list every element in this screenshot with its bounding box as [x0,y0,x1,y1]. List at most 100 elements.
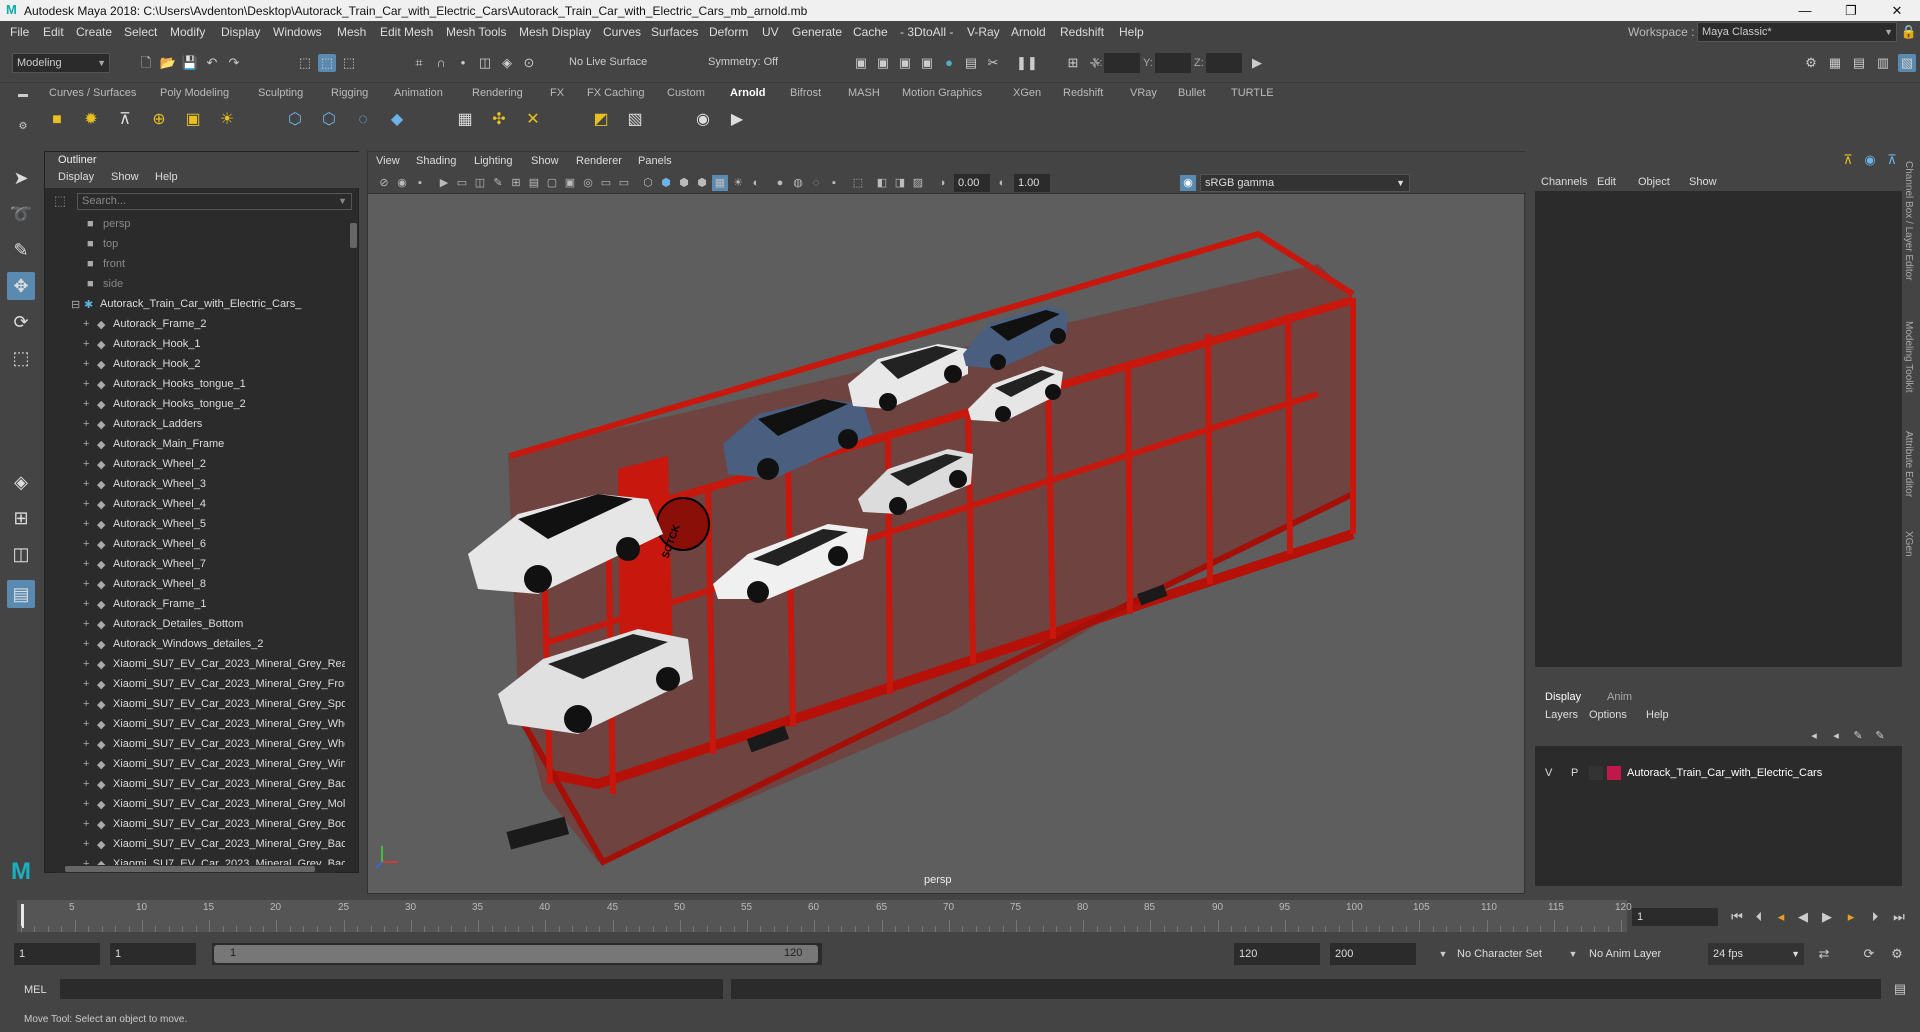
outliner-item[interactable]: + ◆ Autorack_Windows_detailes_2 [45,635,345,655]
photometric-light-icon[interactable]: ⊼ [112,107,138,133]
menu-mesh-display[interactable]: Mesh Display [519,25,591,39]
outliner-hscrollbar[interactable] [55,865,335,873]
go-to-start-icon[interactable]: ⏮ [1728,908,1746,926]
channel-menu-object[interactable]: Object [1638,176,1670,188]
expand-icon[interactable]: + [83,858,89,865]
play-forward-icon[interactable]: ▶ [1818,908,1836,926]
channel-box-icon[interactable]: ▥ [1874,54,1892,72]
layer-menu-help[interactable]: Help [1646,709,1669,721]
menu-surfaces[interactable]: Surfaces [651,25,698,39]
select-hierarchy-icon[interactable]: ⬚ [296,54,314,72]
layer-editor-icon[interactable]: ▧ [1898,54,1916,72]
two-d-pan-icon[interactable]: ◫ [472,175,488,191]
scroll-thumb[interactable] [65,866,315,872]
save-scene-icon[interactable]: 💾 [181,54,199,72]
exposure-field[interactable]: 0.00 [954,174,990,192]
gamma-field[interactable]: 1.00 [1014,174,1050,192]
outliner-item[interactable]: + ◆ Autorack_Wheel_6 [45,535,345,555]
expand-icon[interactable]: + [83,498,89,510]
tab-bifrost[interactable]: Bifrost [790,87,821,99]
wireframe-icon[interactable]: ⬡ [640,175,656,191]
scale-tool-icon[interactable]: ⬚ [7,344,35,372]
outliner-item[interactable]: + ◆ Autorack_Wheel_7 [45,555,345,575]
step-forward-key-icon[interactable]: ⏵ [1866,908,1884,926]
vp-menu-panels[interactable]: Panels [638,155,672,167]
current-frame-field[interactable]: 1 [1632,908,1718,926]
outliner-vscrollbar[interactable] [349,215,358,865]
shelf-menu-icon[interactable]: ▬ [14,86,32,104]
expand-icon[interactable]: + [83,678,89,690]
expand-icon[interactable]: + [83,718,89,730]
outliner-item[interactable]: + ◆ Xiaomi_SU7_EV_Car_2023_Mineral_Grey_Wi… [45,755,345,775]
render-preview-icon[interactable]: ◉ [690,107,716,133]
lasso-tool-icon[interactable]: ➰ [7,200,35,228]
expand-icon[interactable]: + [83,398,89,410]
range-bar[interactable]: 1 120 [214,945,818,963]
tab-display[interactable]: Display [1545,691,1581,703]
outliner-item[interactable]: + ◆ Xiaomi_SU7_EV_Car_2023_Mineral_Grey_Ba… [45,855,345,865]
render-view-arnold-icon[interactable]: ▦ [452,107,478,133]
snap-live-icon[interactable]: ⊙ [520,54,538,72]
grease-pencil-icon[interactable]: ✎ [490,175,506,191]
xray-icon[interactable]: ◧ [874,175,890,191]
channel-menu-show[interactable]: Show [1689,176,1717,188]
vp-menu-view[interactable]: View [376,155,400,167]
auto-key-icon[interactable]: ⟳ [1860,945,1878,963]
flush-textures-icon[interactable]: ✣ [486,107,512,133]
expand-icon[interactable]: + [83,778,89,790]
expand-icon[interactable]: + [83,798,89,810]
ipr-render-icon[interactable]: ▣ [896,54,914,72]
expand-icon[interactable]: + [83,578,89,590]
side-tab-channel-box[interactable]: Channel Box / Layer Editor [1903,161,1914,281]
channel-menu-channels[interactable]: Channels [1541,176,1587,188]
outliner-item[interactable]: ■ persp [45,215,345,235]
outliner-item[interactable]: ■ side [45,275,345,295]
redo-icon[interactable]: ↷ [225,54,243,72]
expand-icon[interactable]: + [83,738,89,750]
anim-start-field[interactable]: 1 [110,943,196,965]
isolate-select-icon[interactable]: ⬚ [850,175,866,191]
expand-icon[interactable]: + [83,418,89,430]
script-editor-icon[interactable]: ▤ [1891,980,1909,998]
depth-of-field-icon[interactable]: ▪ [826,175,842,191]
four-view-icon[interactable]: ⊞ [7,504,35,532]
menu-select[interactable]: Select [124,25,157,39]
outliner-item[interactable]: + ◆ Xiaomi_SU7_EV_Car_2023_Mineral_Grey_Bo… [45,815,345,835]
outliner-item[interactable]: + ◆ Xiaomi_SU7_EV_Car_2023_Mineral_Grey_Wh… [45,735,345,755]
layer-color-swatch[interactable] [1607,766,1621,780]
menu-3dtoall[interactable]: - 3DtoAll - [900,25,953,39]
expand-icon[interactable]: + [83,538,89,550]
select-tool-icon[interactable]: ➤ [7,164,35,192]
tab-anim[interactable]: Anim [1607,691,1632,703]
tool-settings-icon[interactable]: ▤ [1850,54,1868,72]
side-tab-attribute-editor[interactable]: Attribute Editor [1903,431,1914,497]
tab-poly-modeling[interactable]: Poly Modeling [160,87,229,99]
step-back-key-icon[interactable]: ⏴ [1750,908,1768,926]
outliner-menu-display[interactable]: Display [58,171,94,183]
move-layer-up-icon[interactable]: ◂ [1805,727,1823,745]
tab-bullet[interactable]: Bullet [1178,87,1206,99]
expand-icon[interactable]: + [83,638,89,650]
menu-create[interactable]: Create [76,25,112,39]
expand-icon[interactable]: + [83,318,89,330]
outliner-item[interactable]: + ◆ Autorack_Wheel_4 [45,495,345,515]
channel-menu-edit[interactable]: Edit [1597,176,1616,188]
menu-modify[interactable]: Modify [170,25,205,39]
tab-rendering[interactable]: Rendering [472,87,523,99]
tab-motion-graphics[interactable]: Motion Graphics [902,87,982,99]
menu-curves[interactable]: Curves [603,25,641,39]
expand-icon[interactable]: + [83,438,89,450]
export-standin-icon[interactable]: ⬡ [316,107,342,133]
menu-edit[interactable]: Edit [43,25,64,39]
bookmark-icon[interactable]: ▪ [412,175,428,191]
expand-icon[interactable]: + [83,518,89,530]
safe-title-icon[interactable]: ▭ [616,175,632,191]
gate-mask-icon[interactable]: ▣ [562,175,578,191]
render-view-icon[interactable]: ▣ [852,54,870,72]
vp-menu-shading[interactable]: Shading [416,155,456,167]
outliner-item[interactable]: + ◆ Xiaomi_SU7_EV_Car_2023_Mineral_Grey_Ba… [45,775,345,795]
viewport-panel[interactable]: View Shading Lighting Show Renderer Pane… [367,151,1526,894]
filter-icon[interactable]: ⬚ [51,192,69,210]
anim-end-field[interactable]: 120 [1234,943,1320,965]
command-input[interactable] [60,979,723,999]
